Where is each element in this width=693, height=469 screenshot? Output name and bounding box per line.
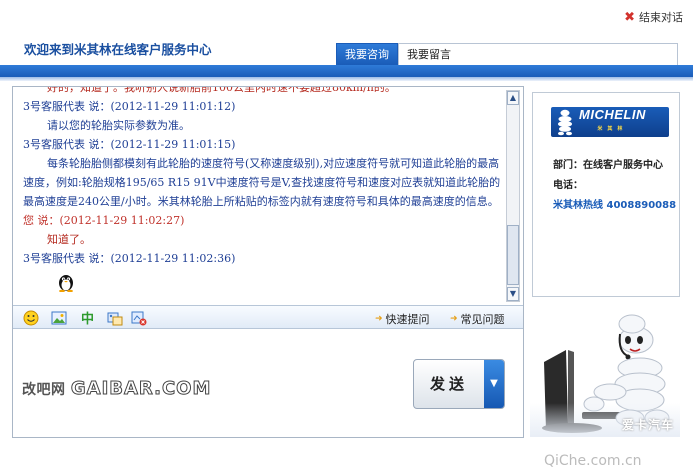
message-header-agent: 3号客服代表 说：(2012-11-29 11:01:15)	[23, 138, 236, 151]
end-chat-button[interactable]: ✖ 结束对话	[624, 9, 683, 25]
message-header-user: 您 说：(2012-11-29 11:02:27)	[23, 214, 185, 227]
watermark: 改吧网 GAIBAR.COM	[22, 378, 212, 400]
michelin-logo: MICHELIN 米其林	[551, 107, 669, 137]
end-chat-label: 结束对话	[639, 11, 683, 24]
logo-word: MICHELIN	[579, 107, 646, 122]
hotline-number: 米其林热线 4008890088	[553, 200, 677, 211]
chat-scrollbar[interactable]: ▲ ▼	[506, 90, 520, 302]
department-info: 部门：在线客户服务中心	[553, 160, 663, 171]
tab-bar: 我要咨询 我要留言	[336, 43, 678, 65]
logo-sub: 米其林	[597, 126, 628, 132]
chevron-down-icon: ▼	[490, 378, 498, 389]
message-body-user: 知道了。	[47, 233, 91, 246]
message-header-agent: 3号客服代表 说：(2012-11-29 11:01:12)	[23, 100, 236, 113]
arrow-right-icon: ➜	[450, 314, 458, 324]
faq-link[interactable]: ➜ 常见问题	[450, 311, 505, 327]
emoji-icon[interactable]	[23, 310, 39, 326]
font-icon[interactable]: 中	[79, 310, 95, 327]
file-transfer-icon[interactable]	[131, 310, 147, 326]
quick-question-label: 快速提问	[385, 313, 430, 326]
scroll-thumb[interactable]	[507, 225, 519, 285]
message-body-agent: 请以您的轮胎实际参数为准。	[47, 119, 190, 132]
send-options-dropdown[interactable]: ▼	[484, 360, 504, 408]
scroll-up-button[interactable]: ▲	[507, 91, 519, 105]
svg-text:中: 中	[81, 311, 94, 326]
message-body-user: 好的，知道了。我听别人说新胎前100公里内时速不要超过80km/h的。	[47, 87, 396, 94]
send-button[interactable]: 发送 ▼	[413, 359, 505, 409]
chat-panel: 好的，知道了。我听别人说新胎前100公里内时速不要超过80km/h的。 3号客服…	[12, 86, 524, 438]
send-label: 发送	[429, 375, 468, 393]
header-blue-bar	[0, 65, 693, 81]
watermark-brand: GAIBAR.COM	[70, 378, 212, 400]
faq-label: 常见问题	[460, 313, 505, 326]
arrow-right-icon: ➜	[375, 314, 383, 324]
corner-watermark-url: QiChe.com.cn	[544, 453, 642, 469]
tab-leave-message[interactable]: 我要留言	[398, 43, 678, 65]
top-bar: ✖ 结束对话	[0, 0, 693, 28]
message-header-agent: 3号客服代表 说：(2012-11-29 11:02:36)	[23, 252, 236, 265]
quick-question-link[interactable]: ➜ 快速提问	[375, 311, 430, 327]
info-sidebar: MICHELIN 米其林 部门：在线客户服务中心 电话： 米其林热线 40088…	[532, 92, 680, 297]
phone-label: 电话：	[553, 180, 583, 191]
watermark-prefix: 改吧网	[22, 382, 66, 398]
chat-history[interactable]: 好的，知道了。我听别人说新胎前100公里内时速不要超过80km/h的。 3号客服…	[13, 87, 523, 305]
screenshot-icon[interactable]	[107, 310, 123, 326]
message-input-area: 改吧网 GAIBAR.COM 发送 ▼	[13, 330, 523, 437]
tab-consult[interactable]: 我要咨询	[336, 43, 398, 65]
agent-typing-icon	[57, 272, 75, 293]
welcome-title: 欢迎来到米其林在线客户服务中心	[24, 42, 212, 57]
corner-watermark: 爱卡汽车	[621, 418, 674, 432]
close-icon: ✖	[624, 9, 635, 25]
header: 欢迎来到米其林在线客户服务中心 我要咨询 我要留言	[0, 28, 693, 68]
chat-toolbar: 中 ➜ 快速提问 ➜ 常见问题	[13, 305, 523, 329]
scroll-down-button[interactable]: ▼	[507, 287, 519, 301]
message-body-agent: 每条轮胎胎侧都模刻有此轮胎的速度符号(又称速度级别),对应速度符号就可知道此轮胎…	[23, 157, 501, 208]
mascot-illustration: 爱卡汽车	[530, 302, 680, 437]
bibendum-icon	[558, 109, 572, 136]
image-icon[interactable]	[51, 310, 67, 326]
